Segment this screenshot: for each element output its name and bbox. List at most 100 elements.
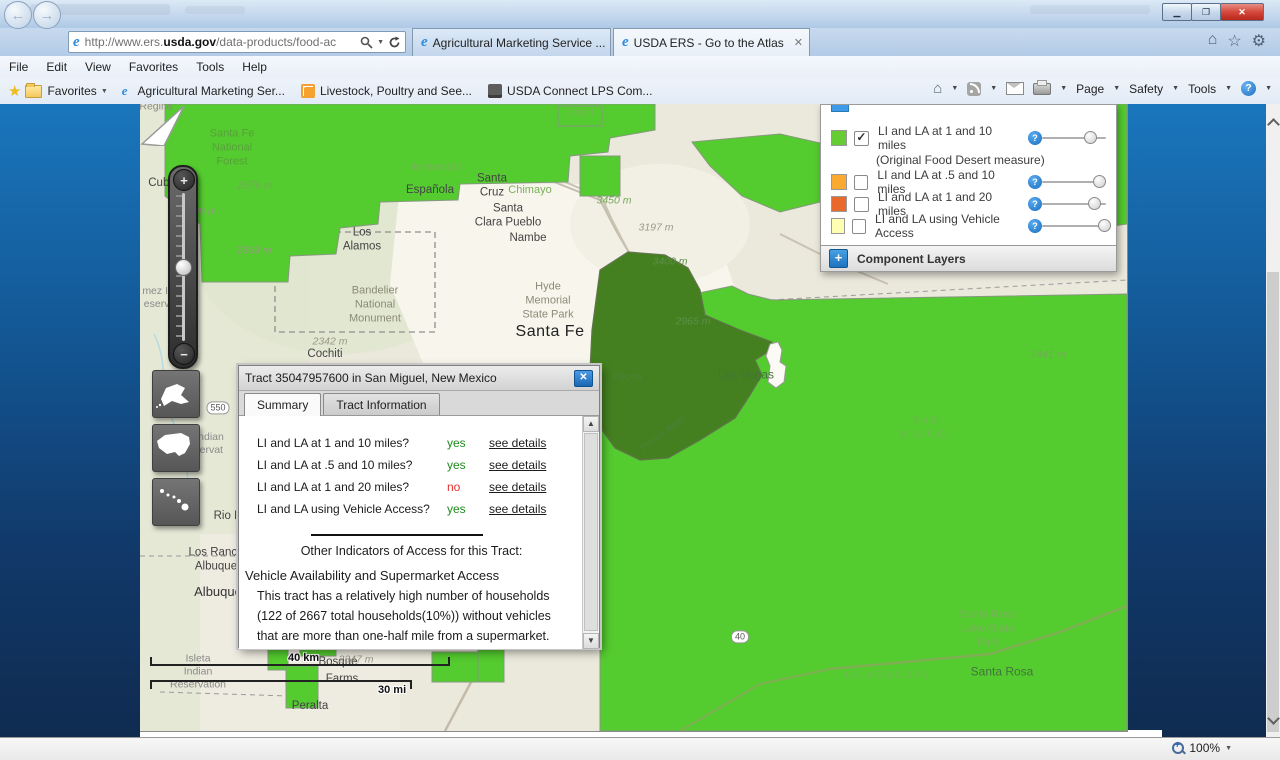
search-dropdown-icon[interactable]: ▼: [377, 39, 384, 46]
forward-button[interactable]: →: [33, 1, 61, 29]
layer-help-icon[interactable]: ?: [1028, 175, 1042, 189]
background-window-strip: [0, 0, 1280, 28]
map-zoom-slider[interactable]: + −: [168, 165, 198, 369]
browser-scrollbar[interactable]: [1266, 104, 1280, 737]
layer-opacity-slider[interactable]: [1042, 197, 1106, 211]
divider: [311, 534, 483, 536]
favorite-link-2[interactable]: USDA Connect LPS Com...: [488, 84, 652, 98]
mail-icon[interactable]: [1006, 82, 1024, 95]
home-button-icon[interactable]: ⌂: [933, 80, 942, 97]
question-label: LI and LA at 1 and 10 miles?: [257, 436, 447, 450]
minimize-button[interactable]: ▁: [1162, 3, 1192, 21]
see-details-link[interactable]: see details: [489, 458, 546, 472]
scrollbar-thumb[interactable]: [1267, 272, 1279, 732]
expand-plus-icon[interactable]: +: [829, 249, 848, 268]
popup-scroll-up-icon[interactable]: ▲: [583, 416, 599, 432]
popup-scroll-down-icon[interactable]: ▼: [583, 633, 599, 649]
layer-checkbox[interactable]: [854, 197, 869, 212]
layer-checkbox[interactable]: [854, 175, 869, 190]
refresh-icon[interactable]: [388, 36, 401, 49]
layer-opacity-slider[interactable]: [1042, 131, 1106, 145]
rss-icon[interactable]: [967, 82, 981, 96]
answer-value: no: [447, 480, 489, 494]
favorite-link-0[interactable]: eAgricultural Marketing Ser...: [122, 83, 285, 99]
layer-help-icon[interactable]: ?: [1028, 131, 1042, 145]
popup-question-row-2: LI and LA at 1 and 20 miles?nosee detail…: [257, 480, 567, 494]
layer-help-icon[interactable]: ?: [1028, 219, 1042, 233]
popup-title-bar[interactable]: Tract 35047957600 in San Miguel, New Mex…: [239, 366, 599, 391]
component-layers-bar[interactable]: + Component Layers: [821, 245, 1116, 271]
layer-swatch: [831, 174, 847, 190]
favorites-dropdown-icon[interactable]: ▼: [101, 88, 108, 95]
see-details-link[interactable]: see details: [489, 436, 546, 450]
menu-edit[interactable]: Edit: [37, 60, 76, 74]
tab-summary[interactable]: Summary: [244, 393, 321, 416]
vehicle-access-section-title: Vehicle Availability and Supermarket Acc…: [245, 568, 499, 583]
page-menu[interactable]: Page: [1076, 82, 1104, 96]
zoom-in-button[interactable]: +: [173, 169, 195, 191]
menu-favorites[interactable]: Favorites: [120, 60, 187, 74]
menu-bar: FileEditViewFavoritesToolsHelp: [0, 56, 1280, 78]
status-bar: [0, 737, 1280, 760]
restore-button[interactable]: ❐: [1191, 3, 1221, 21]
settings-gear-icon[interactable]: ⚙: [1252, 31, 1266, 51]
print-dropdown-icon[interactable]: ▼: [1060, 85, 1067, 92]
hawaii-view-button[interactable]: [152, 478, 200, 526]
url-text: http://www.ers.usda.gov/data-products/fo…: [85, 35, 336, 49]
help-icon[interactable]: ?: [1241, 81, 1256, 96]
safety-menu[interactable]: Safety: [1129, 82, 1163, 96]
favorites-star-icon[interactable]: ☆: [1227, 31, 1241, 51]
ie-icon: e: [73, 34, 80, 51]
scroll-up-icon[interactable]: [1267, 118, 1280, 131]
site-icon: [301, 84, 315, 98]
tools-menu[interactable]: Tools: [1188, 82, 1216, 96]
menu-file[interactable]: File: [0, 60, 37, 74]
menu-view[interactable]: View: [76, 60, 120, 74]
tab-label: Agricultural Marketing Service ...: [433, 36, 606, 50]
layer-opacity-slider[interactable]: [1042, 219, 1106, 233]
layer-checkbox[interactable]: [852, 219, 866, 234]
lower48-view-button[interactable]: [152, 424, 200, 472]
zoom-slider-thumb[interactable]: [175, 259, 192, 276]
favorite-link-label: Livestock, Poultry and See...: [320, 84, 472, 98]
hawaii-icon: [153, 479, 193, 519]
home-dropdown-icon[interactable]: ▼: [951, 85, 958, 92]
tab-tract-information[interactable]: Tract Information: [323, 393, 439, 415]
back-button[interactable]: ←: [4, 1, 32, 29]
alaska-view-button[interactable]: [152, 370, 200, 418]
popup-scrollbar[interactable]: ▲ ▼: [582, 416, 599, 649]
popup-scroll-thumb[interactable]: [584, 433, 598, 631]
favorites-folder-icon[interactable]: [25, 85, 42, 98]
zoom-control[interactable]: 100% ▼: [1172, 741, 1232, 755]
layer-checkbox[interactable]: ✓: [854, 131, 869, 146]
print-icon[interactable]: [1033, 83, 1051, 95]
popup-close-icon[interactable]: ✕: [574, 370, 593, 387]
add-favorite-icon[interactable]: ★: [8, 82, 21, 100]
search-icon[interactable]: [360, 36, 373, 49]
tab-close-icon[interactable]: ✕: [784, 36, 803, 49]
favorite-link-1[interactable]: Livestock, Poultry and See...: [301, 84, 472, 98]
vehicle-access-paragraph: This tract has a relatively high number …: [257, 586, 565, 646]
layer-opacity-slider[interactable]: [1042, 175, 1106, 189]
menu-tools[interactable]: Tools: [187, 60, 233, 74]
layer-help-icon[interactable]: ?: [1028, 197, 1042, 211]
menu-help[interactable]: Help: [233, 60, 276, 74]
tab-agricultural-marketing[interactable]: e Agricultural Marketing Service ...: [412, 28, 611, 56]
favorites-label[interactable]: Favorites: [47, 84, 96, 98]
site-icon: [488, 84, 502, 98]
close-button[interactable]: ✕: [1220, 3, 1264, 21]
see-details-link[interactable]: see details: [489, 480, 546, 494]
zoom-dropdown-icon[interactable]: ▼: [1225, 745, 1232, 752]
rss-dropdown-icon[interactable]: ▼: [990, 85, 997, 92]
popup-question-row-3: LI and LA using Vehicle Access?yessee de…: [257, 502, 567, 516]
zoom-out-button[interactable]: −: [173, 343, 195, 365]
question-label: LI and LA at .5 and 10 miles?: [257, 458, 447, 472]
tab-usda-ers-atlas[interactable]: e USDA ERS - Go to the Atlas ✕: [613, 28, 810, 56]
scale-mi-label: 30 mi: [378, 684, 406, 696]
layer-row-0: ✓LI and LA at 1 and 10 miles?: [821, 127, 1116, 149]
see-details-link[interactable]: see details: [489, 502, 546, 516]
tab-label: USDA ERS - Go to the Atlas: [634, 36, 784, 50]
zoom-magnifier-icon: [1172, 742, 1184, 754]
address-bar[interactable]: e http://www.ers.usda.gov/data-products/…: [68, 31, 406, 53]
home-icon[interactable]: ⌂: [1208, 31, 1218, 51]
